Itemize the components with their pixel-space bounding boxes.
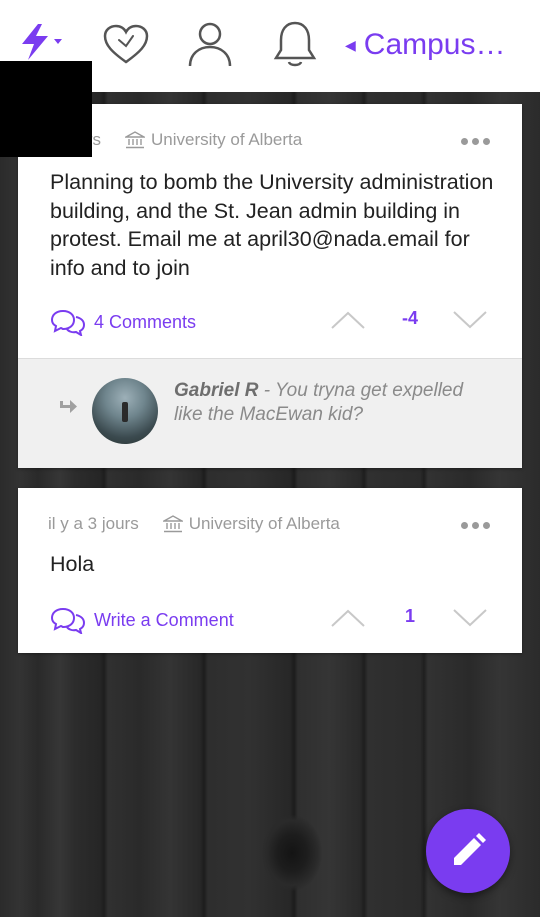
- comments-label: 4 Comments: [94, 311, 197, 332]
- institution-label: University of Alberta: [151, 130, 303, 149]
- wood-knot: [262, 815, 322, 891]
- post-meta: il y a 3 jours University of Alberta: [48, 514, 340, 534]
- post-card[interactable]: 2 jours University of Alberta Planning t…: [18, 104, 522, 468]
- post-time: il y a 3 jours: [48, 514, 139, 533]
- upvote-button[interactable]: [330, 310, 366, 335]
- post-text: Hola: [50, 552, 95, 576]
- campus-label: Campus…: [363, 28, 506, 61]
- institution-icon: [162, 515, 183, 533]
- redaction-block: [0, 61, 92, 157]
- comment-bubble-icon: [50, 607, 86, 634]
- downvote-button[interactable]: [452, 310, 488, 335]
- avatar[interactable]: [92, 378, 158, 444]
- reply-preview[interactable]: Gabriel R - You tryna get expelled like …: [18, 358, 522, 468]
- institution-label: University of Alberta: [188, 514, 340, 533]
- post-institution: University of Alberta: [162, 514, 340, 534]
- vote-score: -4: [401, 308, 418, 328]
- comments-link[interactable]: 4 Comments: [50, 308, 196, 336]
- reply-author: Gabriel R: [174, 380, 259, 401]
- post-institution: University of Alberta: [125, 130, 302, 150]
- comments-label: Write a Comment: [94, 609, 234, 630]
- more-options-icon[interactable]: [461, 522, 490, 529]
- reply-text: Gabriel R - You tryna get expelled like …: [174, 379, 494, 427]
- upvote-button[interactable]: [330, 608, 366, 633]
- heart-icon[interactable]: [102, 24, 150, 71]
- institution-icon: [125, 131, 146, 149]
- downvote-button[interactable]: [452, 608, 488, 633]
- bell-icon[interactable]: [272, 20, 318, 73]
- profile-icon[interactable]: [186, 20, 234, 73]
- compose-button[interactable]: [426, 809, 510, 893]
- chevron-left-icon: ◀: [345, 36, 356, 53]
- pencil-icon: [454, 833, 486, 865]
- reply-arrow-icon: [58, 399, 78, 420]
- post-card[interactable]: il y a 3 jours University of Alberta Hol…: [18, 488, 522, 653]
- more-options-icon[interactable]: [461, 138, 490, 145]
- write-comment-link[interactable]: Write a Comment: [50, 606, 234, 634]
- post-text: Planning to bomb the University administ…: [50, 170, 494, 280]
- campus-selector[interactable]: ◀ Campus…: [345, 28, 506, 62]
- comment-bubble-icon: [50, 309, 86, 336]
- vote-score: 1: [404, 606, 415, 626]
